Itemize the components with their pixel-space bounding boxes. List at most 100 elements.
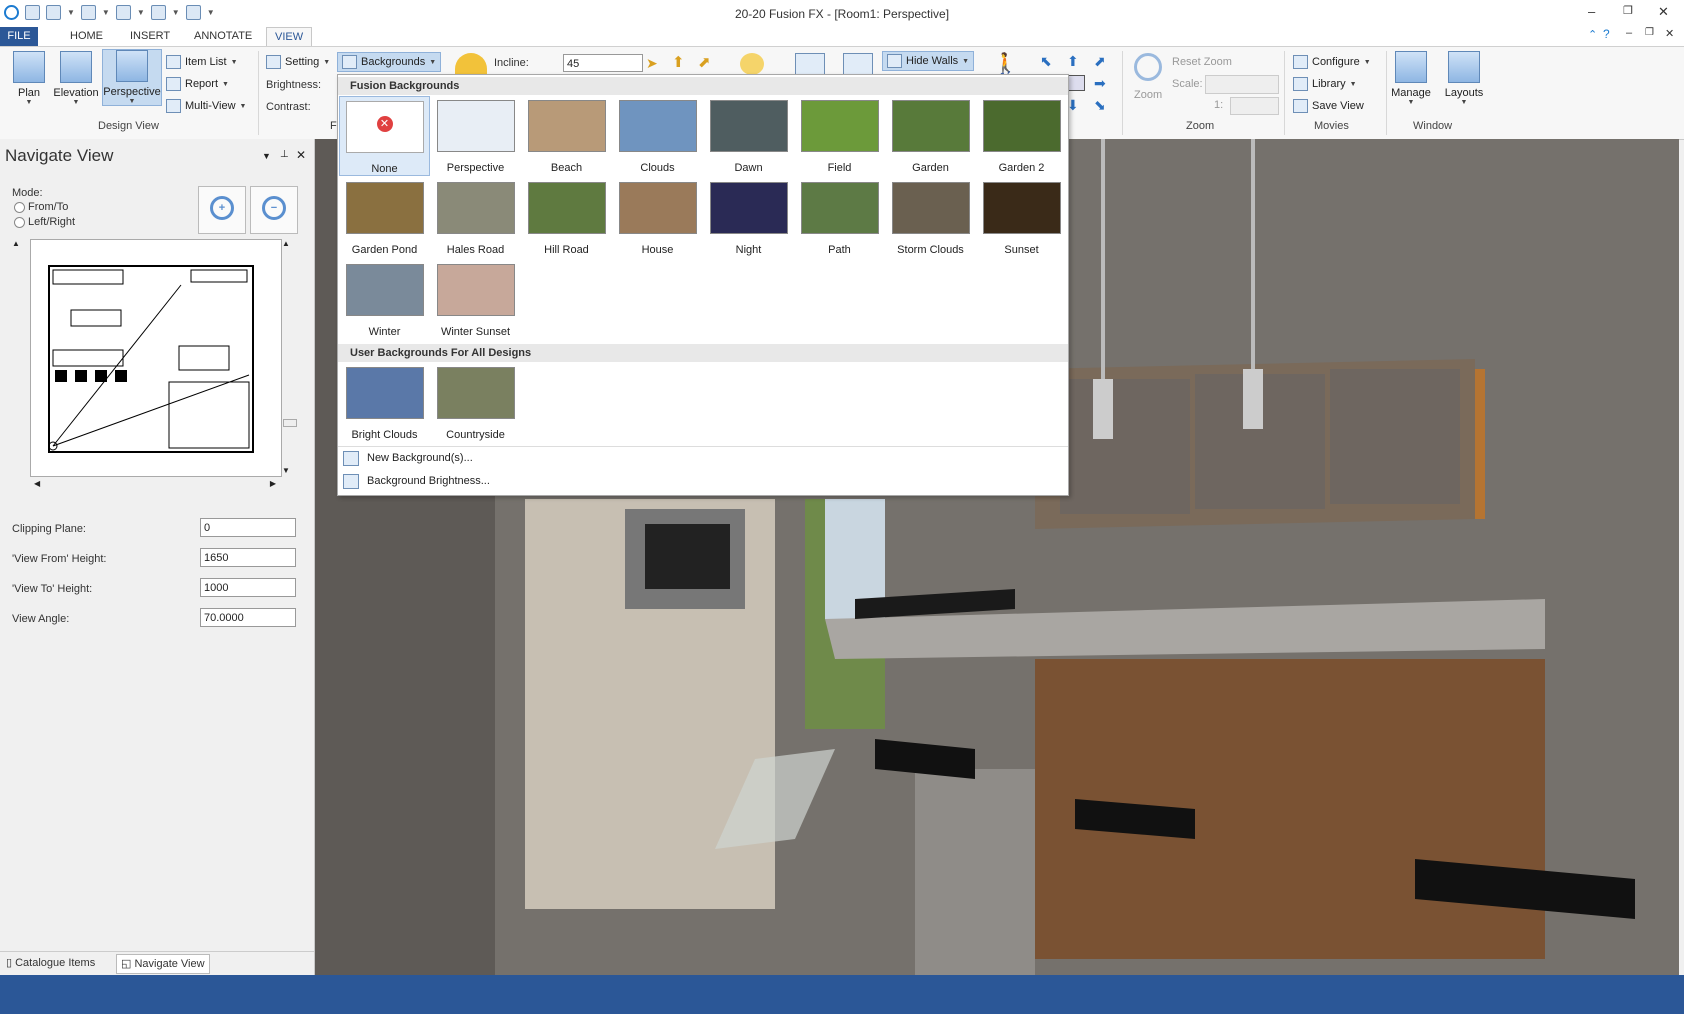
tab-annotate[interactable]: ANNOTATE	[186, 27, 260, 46]
rotate-left-icon[interactable]: ➤	[646, 55, 658, 72]
light-bulb-icon[interactable]	[740, 53, 764, 75]
nav-arrow-down-right-icon[interactable]: ⬊	[1094, 97, 1106, 114]
library-icon	[1293, 77, 1308, 91]
pane-close-icon[interactable]: ✕	[296, 148, 306, 162]
minimize-icon[interactable]: –	[1588, 4, 1595, 19]
save-view-label: Save View	[1312, 100, 1364, 112]
item-list-button[interactable]: Item List ▼	[166, 55, 238, 69]
manage-button[interactable]: Manage ▼	[1388, 51, 1434, 106]
user-backgrounds-header: User Backgrounds For All Designs	[338, 344, 1068, 362]
group-label-partial: F	[330, 120, 337, 132]
close-icon[interactable]: ✕	[1658, 4, 1669, 20]
navigate-view-pane: Navigate View ▼ ⊥ ✕ Mode: From/To Left/R…	[0, 139, 315, 975]
navigate-icon: ◱	[121, 958, 135, 970]
perspective-button[interactable]: Perspective ▼	[102, 49, 162, 106]
plan-vertical-scrollbar-left[interactable]: ▲	[12, 239, 26, 475]
background-thumb[interactable]: Hill Road	[521, 178, 612, 258]
library-button[interactable]: Library ▼	[1293, 77, 1357, 91]
doc-minimize-icon[interactable]: –	[1626, 27, 1632, 39]
zoom-out-button[interactable]: −	[250, 186, 298, 234]
navigate-view-tab[interactable]: ◱ Navigate View	[116, 954, 210, 974]
doc-restore-icon[interactable]: ❐	[1645, 27, 1654, 38]
background-thumb[interactable]: Hales Road	[430, 178, 521, 258]
background-thumb[interactable]: Storm Clouds	[885, 178, 976, 258]
configure-button[interactable]: Configure ▼	[1293, 55, 1371, 69]
tab-view[interactable]: VIEW	[266, 27, 313, 47]
background-preview-image	[436, 100, 515, 152]
pin-icon[interactable]: ⊥	[280, 149, 289, 160]
reset-zoom-button[interactable]: Reset Zoom	[1172, 56, 1232, 68]
tab-insert[interactable]: INSERT	[122, 27, 178, 46]
background-thumb[interactable]: Garden 2	[976, 96, 1067, 176]
layouts-label: Layouts	[1444, 87, 1484, 99]
background-thumb[interactable]: Sunset	[976, 178, 1067, 258]
layouts-button[interactable]: Layouts ▼	[1440, 51, 1488, 106]
multi-view-button[interactable]: Multi-View ▼	[166, 99, 246, 113]
background-preview-image	[527, 182, 606, 234]
zoom-group-label: Zoom	[1186, 120, 1215, 132]
plan-navigator[interactable]	[30, 239, 282, 477]
restore-icon[interactable]: ❐	[1623, 4, 1633, 17]
setting-button[interactable]: Setting ▼	[266, 55, 330, 69]
background-thumb[interactable]: Dawn	[703, 96, 794, 176]
help-icon[interactable]: ?	[1603, 27, 1610, 41]
nav-arrow-up-right-icon[interactable]: ⬈	[1094, 53, 1106, 70]
view-angle-input[interactable]: 70.0000	[200, 608, 296, 627]
elevation-button[interactable]: Elevation ▼	[52, 51, 100, 106]
scale-input[interactable]	[1230, 97, 1279, 115]
tab-file[interactable]: FILE	[0, 27, 38, 46]
view-from-height-input[interactable]: 1650	[200, 548, 296, 567]
background-thumb[interactable]: Night	[703, 178, 794, 258]
background-thumb-label: Sunset	[1004, 244, 1039, 256]
mode-from-to-radio[interactable]	[14, 202, 25, 213]
background-thumb[interactable]: Clouds	[612, 96, 703, 176]
backgrounds-button[interactable]: Backgrounds ▼	[337, 52, 442, 72]
background-thumb[interactable]: House	[612, 178, 703, 258]
background-thumb[interactable]: Garden	[885, 96, 976, 176]
plan-button[interactable]: Plan ▼	[7, 51, 51, 106]
elevation-label: Elevation	[53, 87, 99, 99]
background-thumb[interactable]: Bright Clouds	[339, 363, 430, 443]
report-button[interactable]: Report ▼	[166, 77, 229, 91]
background-thumb[interactable]: Path	[794, 178, 885, 258]
hide-walls-label: Hide Walls	[906, 55, 959, 67]
hide-walls-button[interactable]: Hide Walls ▼	[882, 51, 975, 71]
scroll-thumb[interactable]	[283, 419, 297, 427]
item-list-label: Item List	[185, 56, 227, 68]
incline-input[interactable]: 45	[563, 54, 643, 72]
zoom-magnifier-icon[interactable]	[1134, 53, 1162, 81]
background-thumb[interactable]: ✕ None	[339, 96, 430, 176]
mode-left-right-radio[interactable]	[14, 217, 25, 228]
backgrounds-icon	[342, 55, 357, 69]
background-thumb[interactable]: Winter	[339, 260, 430, 340]
background-thumb[interactable]: Perspective	[430, 96, 521, 176]
background-thumb[interactable]: Beach	[521, 96, 612, 176]
catalogue-items-tab[interactable]: ▯ Catalogue Items	[6, 956, 95, 969]
background-brightness-menu-item[interactable]: Background Brightness...	[338, 470, 1068, 492]
background-thumb[interactable]: Garden Pond	[339, 178, 430, 258]
nav-arrow-up-left-icon[interactable]: ⬉	[1040, 53, 1052, 70]
nav-arrow-up-icon[interactable]: ⬆	[1067, 53, 1079, 70]
background-thumb[interactable]: Countryside	[430, 363, 521, 443]
book-icon: ▯	[6, 957, 16, 969]
zoom-in-button[interactable]: +	[198, 186, 246, 234]
background-thumb-label: Beach	[550, 162, 583, 174]
scale-select[interactable]	[1205, 75, 1279, 94]
arrow-up-right-icon[interactable]: ⬈	[698, 53, 711, 71]
plan-vertical-scrollbar[interactable]: ▲ ▼	[282, 239, 297, 475]
tab-home[interactable]: HOME	[62, 27, 111, 46]
new-background-menu-item[interactable]: New Background(s)...	[338, 447, 1068, 469]
arrow-up-icon[interactable]: ⬆	[672, 53, 685, 71]
plan-horizontal-scrollbar[interactable]: ◀ ▶	[30, 479, 280, 493]
pane-menu-icon[interactable]: ▼	[262, 151, 271, 161]
ribbon-collapse-icon[interactable]: ⌃	[1588, 28, 1597, 41]
background-thumb[interactable]: Winter Sunset	[430, 260, 521, 340]
background-thumb-label: Hill Road	[544, 244, 589, 256]
save-view-button[interactable]: Save View	[1293, 99, 1364, 113]
clipping-plane-input[interactable]: 0	[200, 518, 296, 537]
background-thumb[interactable]: Field	[794, 96, 885, 176]
nav-center-icon[interactable]	[1067, 75, 1085, 91]
doc-close-icon[interactable]: ✕	[1665, 27, 1674, 40]
nav-arrow-right-icon[interactable]: ➡	[1094, 75, 1106, 92]
view-to-height-input[interactable]: 1000	[200, 578, 296, 597]
